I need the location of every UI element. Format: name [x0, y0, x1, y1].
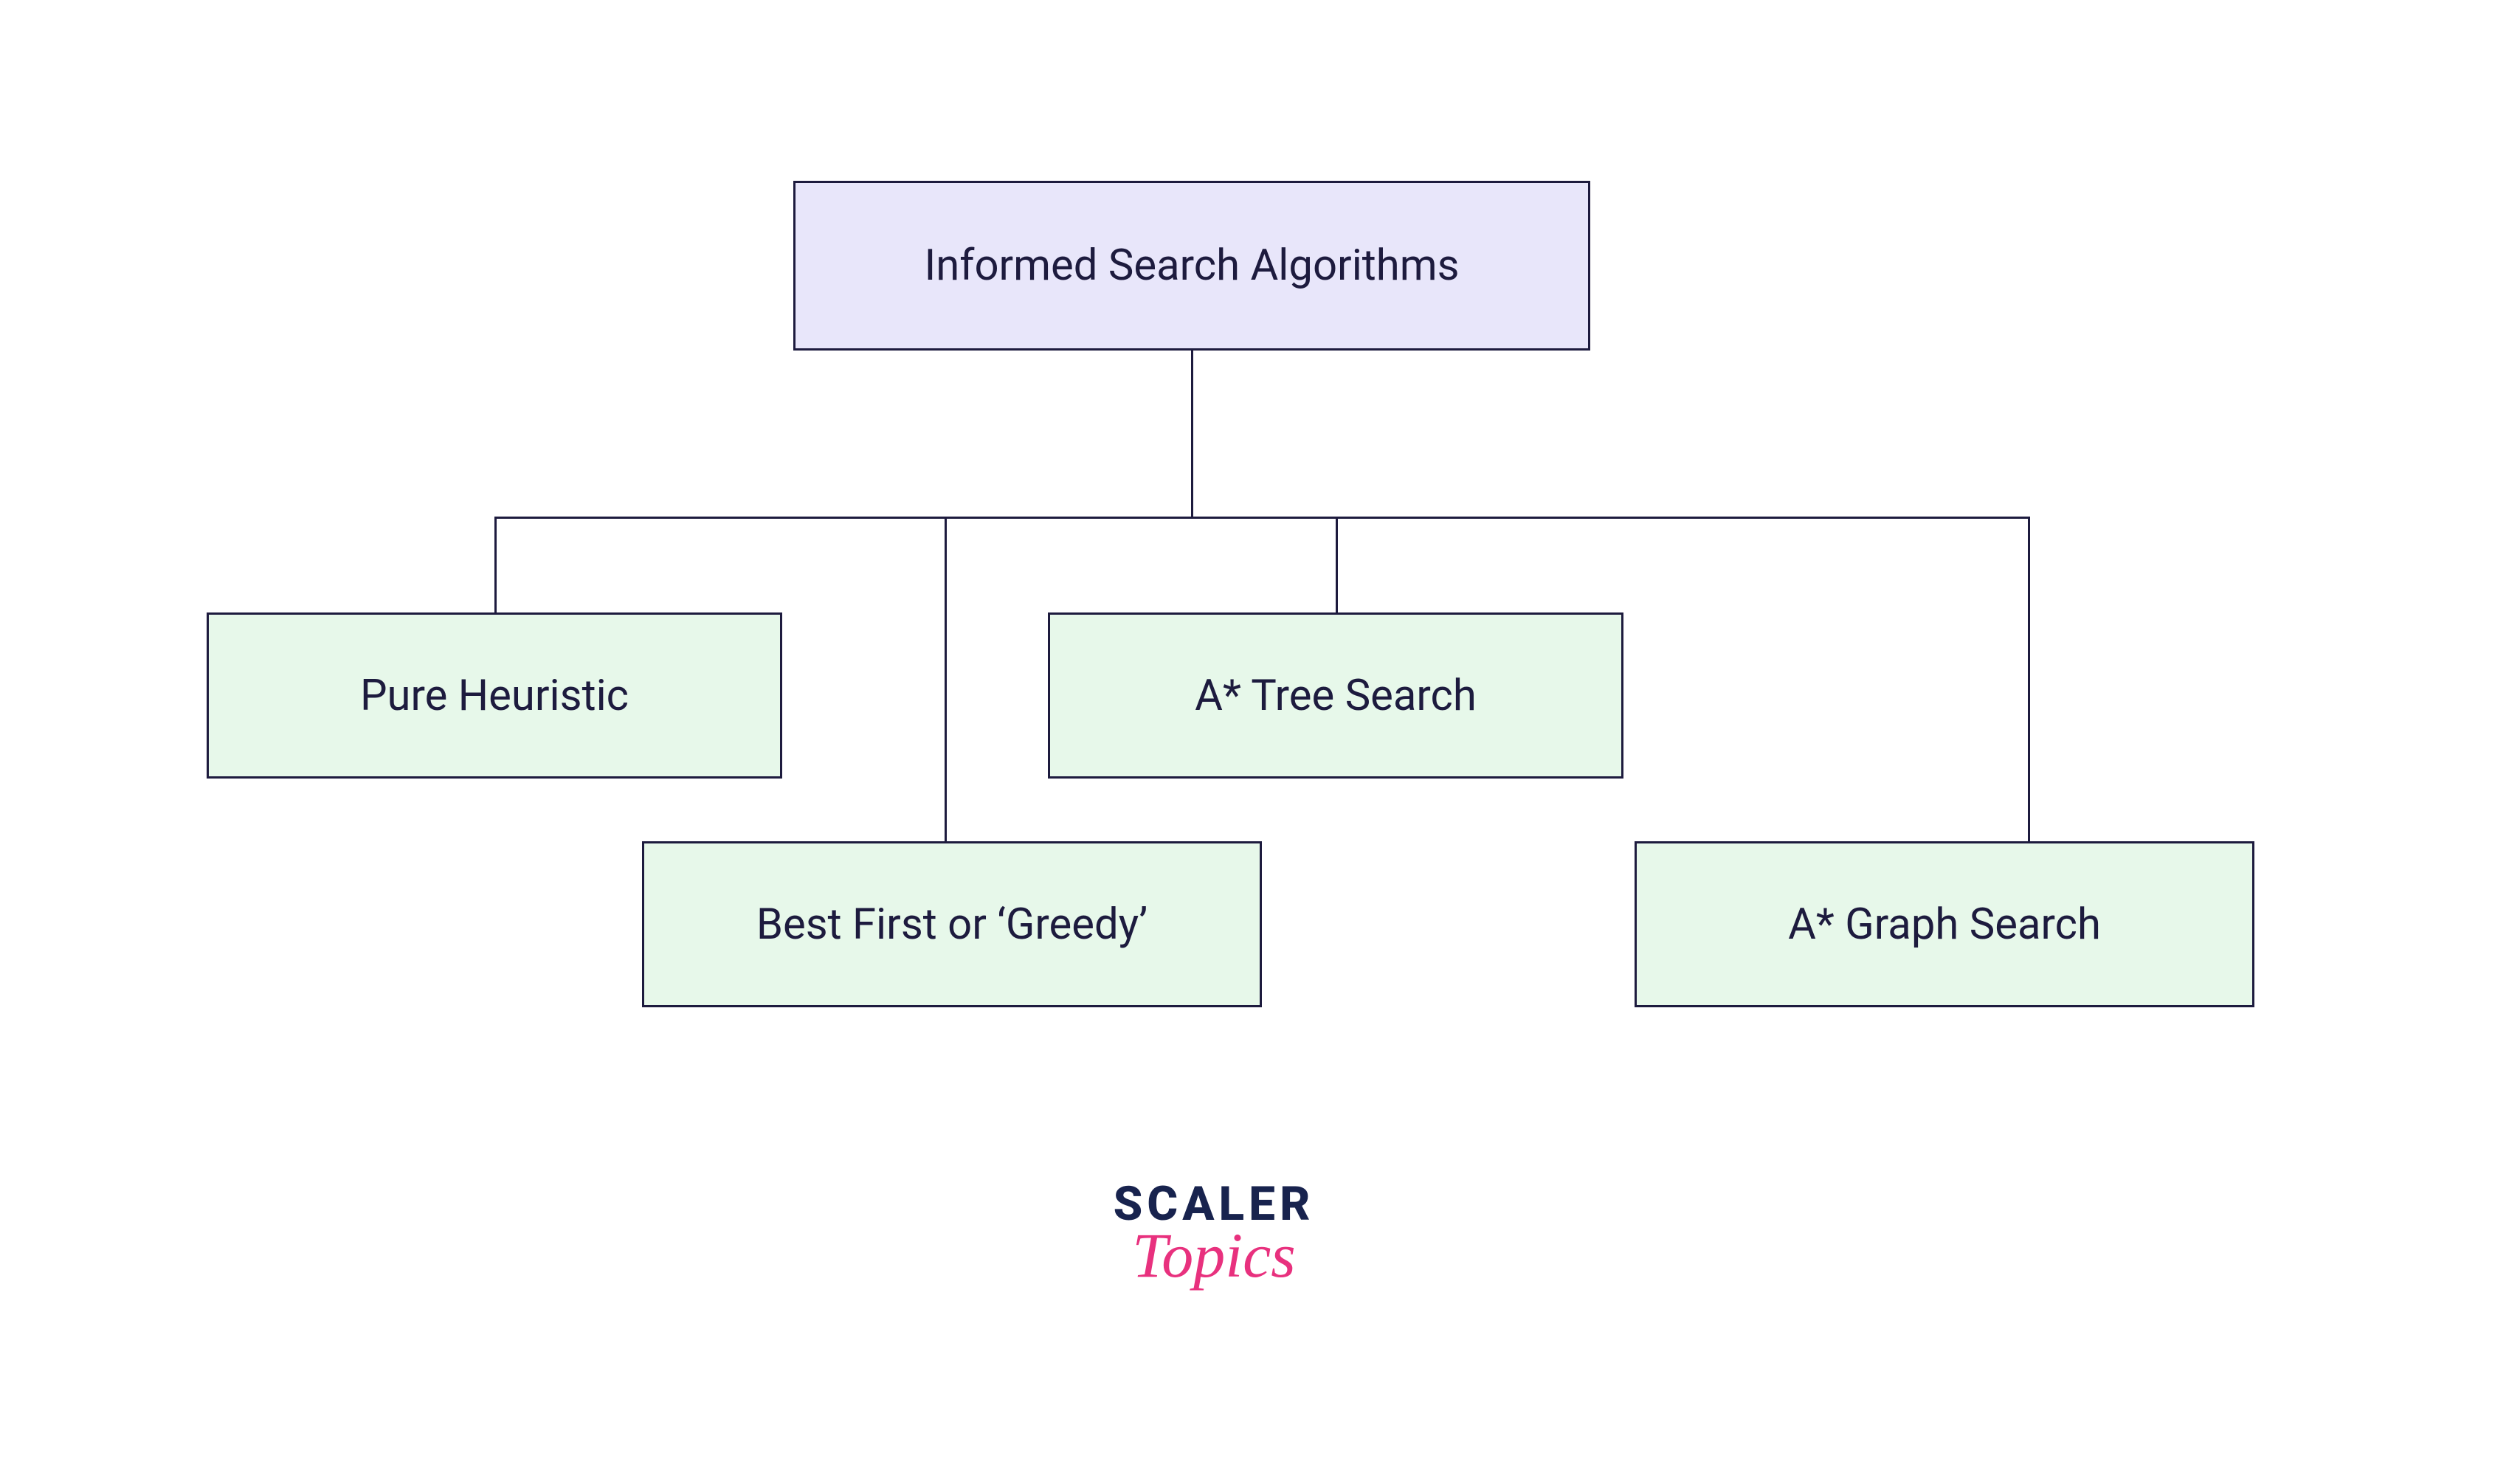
- brand-logo: SCALER Topics: [1059, 1181, 1369, 1287]
- child-node-a-star-tree: A* Tree Search: [1048, 612, 1623, 779]
- connector-c3: [1336, 517, 1338, 612]
- connector-bus: [494, 517, 2029, 519]
- child-label: Pure Heuristic: [360, 671, 629, 721]
- child-node-a-star-graph: A* Graph Search: [1635, 841, 2254, 1007]
- connector-c2: [945, 517, 947, 841]
- root-label: Informed Search Algorithms: [924, 241, 1459, 291]
- child-node-best-first-greedy: Best First or ‘Greedy’: [642, 841, 1262, 1007]
- root-node: Informed Search Algorithms: [793, 181, 1590, 351]
- child-label: A* Tree Search: [1195, 671, 1477, 721]
- diagram-canvas: Informed Search Algorithms Pure Heuristi…: [0, 0, 2509, 1484]
- brand-line2: Topics: [1059, 1224, 1369, 1287]
- connector-c1: [494, 517, 497, 612]
- child-node-pure-heuristic: Pure Heuristic: [207, 612, 782, 779]
- connector-root-down: [1191, 351, 1193, 517]
- connector-c4: [2028, 517, 2030, 841]
- child-label: Best First or ‘Greedy’: [756, 900, 1147, 950]
- child-label: A* Graph Search: [1788, 900, 2101, 950]
